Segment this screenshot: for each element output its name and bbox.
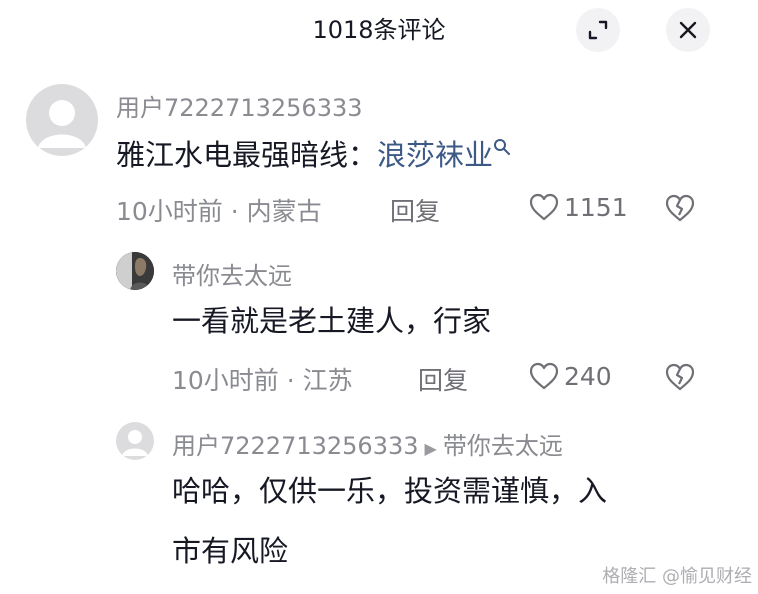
user-photo-icon (116, 252, 154, 290)
comment-username[interactable]: 带你去太远 (172, 256, 292, 291)
dislike-button[interactable] (664, 193, 696, 227)
comment-username[interactable]: 用户7222713256333 (116, 88, 363, 123)
comment-time: 10小时前 (172, 366, 279, 395)
heart-icon (529, 193, 559, 221)
comment-text: 一看就是老土建人，行家 (172, 304, 492, 338)
dislike-button[interactable] (664, 362, 696, 396)
comments-title: 1018条评论 (312, 16, 446, 44)
comment-username[interactable]: 用户7222713256333 (172, 432, 419, 460)
avatar[interactable] (116, 422, 154, 460)
heart-icon (529, 362, 559, 390)
comment-text-line-1: 哈哈，仅供一乐，投资需谨慎，入 (172, 474, 608, 508)
comment-location: 内蒙古 (246, 197, 322, 226)
like-button[interactable]: 240 (528, 361, 612, 391)
comment-text: 雅江水电最强暗线：浪莎袜业 (116, 134, 511, 176)
comment-meta: 10小时前 · 江苏 (172, 361, 353, 397)
watermark: 格隆汇 @愉见财经 (602, 566, 752, 587)
comment-text-line-2: 市有风险 (172, 534, 289, 568)
reply-button[interactable]: 回复 (390, 192, 440, 228)
comment-text-prefix: 雅江水电最强暗线： (116, 138, 378, 172)
like-count: 1151 (564, 192, 628, 222)
reply-to-username[interactable]: 带你去太远 (443, 432, 563, 460)
comment-time: 10小时前 (116, 197, 223, 226)
comment-location: 江苏 (302, 366, 353, 395)
reply-button[interactable]: 回复 (418, 361, 468, 397)
comment-meta: 10小时前 · 内蒙古 (116, 192, 322, 228)
comment-header-line: 用户7222713256333 ▶ 带你去太远 (172, 426, 563, 461)
meta-separator: · (286, 366, 303, 395)
search-icon (494, 139, 511, 155)
reply-arrow-icon: ▶ (424, 439, 437, 458)
broken-heart-icon (665, 194, 695, 222)
like-button[interactable]: 1151 (528, 192, 628, 222)
broken-heart-icon (665, 363, 695, 391)
default-avatar-icon (38, 100, 86, 148)
collapse-button[interactable] (576, 8, 620, 52)
like-count: 240 (564, 361, 612, 391)
comments-header: 1018条评论 (0, 0, 758, 56)
avatar[interactable] (26, 84, 98, 156)
avatar[interactable] (116, 252, 154, 290)
meta-separator: · (230, 197, 247, 226)
search-link[interactable]: 浪莎袜业 (377, 138, 493, 172)
close-button[interactable] (666, 8, 710, 52)
close-icon (679, 21, 697, 39)
collapse-icon (588, 20, 608, 40)
default-avatar-icon (122, 430, 148, 456)
